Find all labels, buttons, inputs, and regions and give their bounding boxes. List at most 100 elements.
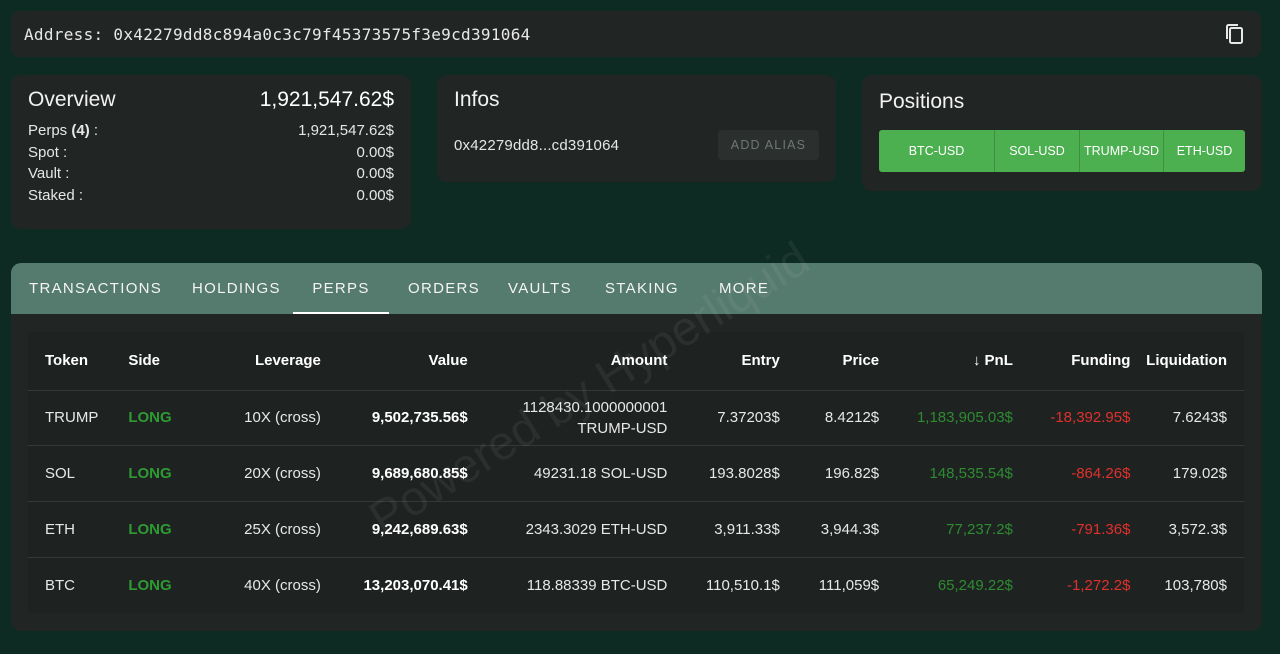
cell-price: 3,944.3$ [779, 501, 880, 558]
cell-amount-pair: TRUMP-USD [577, 419, 668, 437]
cell-liquidation: 179.02$ [1130, 445, 1244, 502]
cell-value: 13,203,070.41$ [320, 556, 468, 614]
table-row: ETH LONG 25X (cross) 9,242,689.63$ 2343.… [28, 501, 1244, 558]
overview-row-perps: Perps (4) : 1,921,547.62$ [28, 120, 394, 142]
cell-amount: 2343.3029 ETH-USD [467, 501, 668, 558]
cell-entry: 110,510.1$ [667, 556, 780, 614]
cell-entry: 193.8028$ [667, 445, 780, 502]
tab-orders[interactable]: ORDERS [408, 263, 508, 314]
overview-value: 0.00$ [356, 165, 394, 182]
header-value[interactable]: Value [321, 332, 468, 390]
overview-title: Overview [28, 88, 116, 111]
cell-funding: -864.26$ [1012, 445, 1131, 502]
header-pnl[interactable]: ↓ PnL [879, 332, 1013, 390]
cell-side: LONG [128, 445, 203, 502]
cell-token: BTC [28, 556, 129, 614]
cell-funding: -791.36$ [1012, 501, 1131, 558]
cell-side: LONG [128, 389, 203, 446]
cell-pnl: 148,535.54$ [879, 445, 1013, 502]
copy-icon[interactable] [1223, 22, 1247, 46]
perps-table: Token Side Leverage Value Amount Entry P… [28, 332, 1244, 614]
cell-pnl: 77,237.2$ [879, 501, 1013, 558]
header-entry[interactable]: Entry [667, 332, 780, 390]
cell-price: 196.82$ [779, 445, 880, 502]
tab-vaults[interactable]: VAULTS [508, 263, 605, 314]
header-funding[interactable]: Funding [1013, 332, 1130, 390]
position-button-btc[interactable]: BTC-USD [879, 130, 995, 172]
cell-entry: 3,911.33$ [667, 501, 780, 558]
overview-value: 0.00$ [356, 186, 394, 204]
cell-leverage: 25X (cross) [202, 501, 321, 558]
header-amount[interactable]: Amount [468, 332, 668, 390]
tab-bar: TRANSACTIONS HOLDINGS PERPS ORDERS VAULT… [11, 263, 1262, 314]
cell-liquidation: 3,572.3$ [1130, 501, 1244, 558]
tab-more[interactable]: MORE [719, 263, 799, 314]
cell-side: LONG [128, 556, 203, 614]
perps-table-container: Token Side Leverage Value Amount Entry P… [28, 332, 1244, 614]
position-button-sol[interactable]: SOL-USD [995, 130, 1080, 172]
header-liquidation[interactable]: Liquidation [1130, 332, 1244, 390]
positions-card: Positions BTC-USD SOL-USD TRUMP-USD ETH-… [862, 75, 1262, 191]
cell-pnl: 1,183,905.03$ [879, 389, 1013, 446]
cell-value: 9,242,689.63$ [320, 501, 468, 558]
header-leverage[interactable]: Leverage [202, 332, 321, 390]
cell-price: 111,059$ [779, 556, 880, 614]
position-button-trump[interactable]: TRUMP-USD [1080, 130, 1164, 172]
cell-leverage: 20X (cross) [202, 445, 321, 502]
short-address: 0x42279dd8...cd391064 [454, 136, 620, 154]
tab-staking[interactable]: STAKING [605, 263, 719, 314]
infos-title: Infos [454, 88, 500, 111]
cell-leverage: 10X (cross) [202, 389, 321, 446]
portfolio-panel: TRANSACTIONS HOLDINGS PERPS ORDERS VAULT… [11, 263, 1262, 631]
header-side[interactable]: Side [128, 332, 202, 390]
table-header-row: Token Side Leverage Value Amount Entry P… [28, 332, 1244, 390]
table-row: TRUMP LONG 10X (cross) 9,502,735.56$ 112… [28, 389, 1244, 446]
cell-token: TRUMP [28, 389, 129, 446]
table-row: SOL LONG 20X (cross) 9,689,680.85$ 49231… [28, 445, 1244, 502]
table-row: BTC LONG 40X (cross) 13,203,070.41$ 118.… [28, 556, 1244, 614]
header-token[interactable]: Token [28, 332, 128, 390]
cell-amount-qty: 1128430.1000000001 [522, 398, 668, 416]
cell-entry: 7.37203$ [667, 389, 780, 446]
overview-row-spot: Spot : 0.00$ [28, 142, 394, 164]
overview-label: Staked : [28, 186, 84, 204]
arrow-down-icon: ↓ [973, 352, 981, 370]
overview-value: 0.00$ [356, 143, 394, 161]
tab-perps[interactable]: PERPS [293, 263, 389, 314]
positions-title: Positions [879, 90, 965, 113]
overview-label: Vault : [28, 165, 70, 182]
tab-holdings[interactable]: HOLDINGS [192, 263, 293, 314]
overview-row-staked: Staked : 0.00$ [28, 185, 394, 207]
header-pnl-label: PnL [984, 352, 1013, 370]
cell-amount: 49231.18 SOL-USD [467, 445, 668, 502]
cell-amount: 1128430.1000000001 TRUMP-USD [467, 389, 668, 446]
overview-row-vault: Vault : 0.00$ [28, 163, 394, 185]
cell-price: 8.4212$ [779, 389, 880, 446]
position-button-eth[interactable]: ETH-USD [1164, 130, 1245, 172]
cell-value: 9,689,680.85$ [320, 445, 468, 502]
cell-token: ETH [28, 501, 129, 558]
cell-liquidation: 7.6243$ [1130, 389, 1244, 446]
cell-liquidation: 103,780$ [1130, 556, 1244, 614]
positions-button-group: BTC-USD SOL-USD TRUMP-USD ETH-USD [879, 130, 1245, 172]
cell-amount: 118.88339 BTC-USD [467, 556, 668, 614]
address-bar: Address: 0x42279dd8c894a0c3c79f45373575f… [11, 11, 1261, 57]
header-price[interactable]: Price [780, 332, 879, 390]
overview-total: 1,921,547.62$ [259, 88, 394, 111]
add-alias-button[interactable]: ADD ALIAS [718, 130, 819, 160]
cell-pnl: 65,249.22$ [879, 556, 1013, 614]
cell-leverage: 40X (cross) [202, 556, 321, 614]
overview-label: Perps [28, 122, 68, 139]
infos-card: Infos 0x42279dd8...cd391064 ADD ALIAS [437, 75, 836, 182]
perps-count: (4) [71, 122, 90, 139]
overview-value: 1,921,547.62$ [298, 122, 394, 139]
wallet-address: Address: 0x42279dd8c894a0c3c79f45373575f… [24, 24, 531, 44]
cell-funding: -1,272.2$ [1012, 556, 1131, 614]
overview-label-suffix: : [89, 122, 99, 139]
cell-side: LONG [128, 501, 203, 558]
cell-token: SOL [28, 445, 129, 502]
cell-value: 9,502,735.56$ [320, 389, 468, 446]
tab-transactions[interactable]: TRANSACTIONS [29, 263, 193, 314]
overview-label: Spot : [28, 143, 68, 161]
overview-card: Overview 1,921,547.62$ Perps (4) : 1,921… [11, 75, 411, 229]
